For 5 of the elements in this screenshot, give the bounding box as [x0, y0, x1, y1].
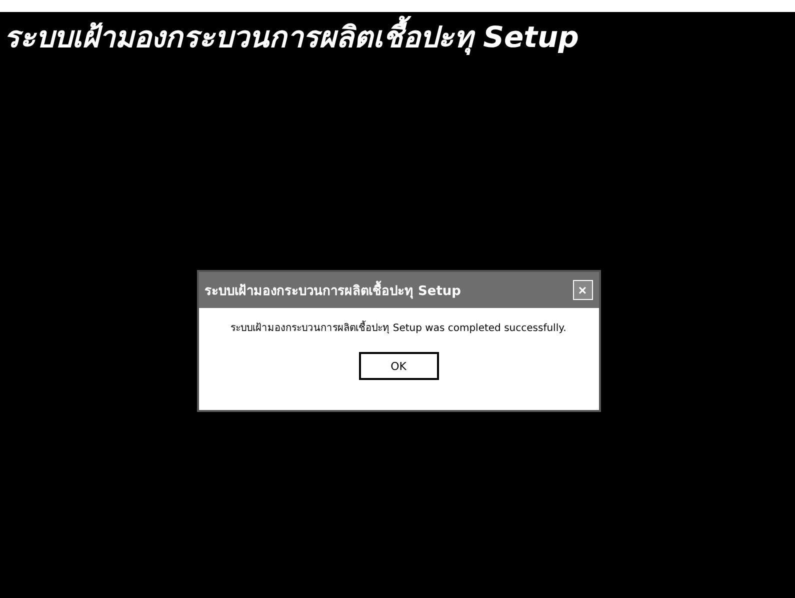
close-button[interactable]: × — [572, 280, 592, 300]
completion-message: ระบบเฝ้ามองกระบวนการผลิตเชื้อปะทุ Setup was completed successfully. — [206, 320, 590, 335]
dialog-title: ระบบเฝ้ามองกระบวนการผลิตเชื้อปะทุ Setup — [204, 280, 461, 300]
ok-button[interactable]: OK — [358, 352, 438, 380]
setup-title: ระบบเฝ้ามองกระบวนการผลิตเชื้อปะทุ Setup — [0, 12, 795, 60]
